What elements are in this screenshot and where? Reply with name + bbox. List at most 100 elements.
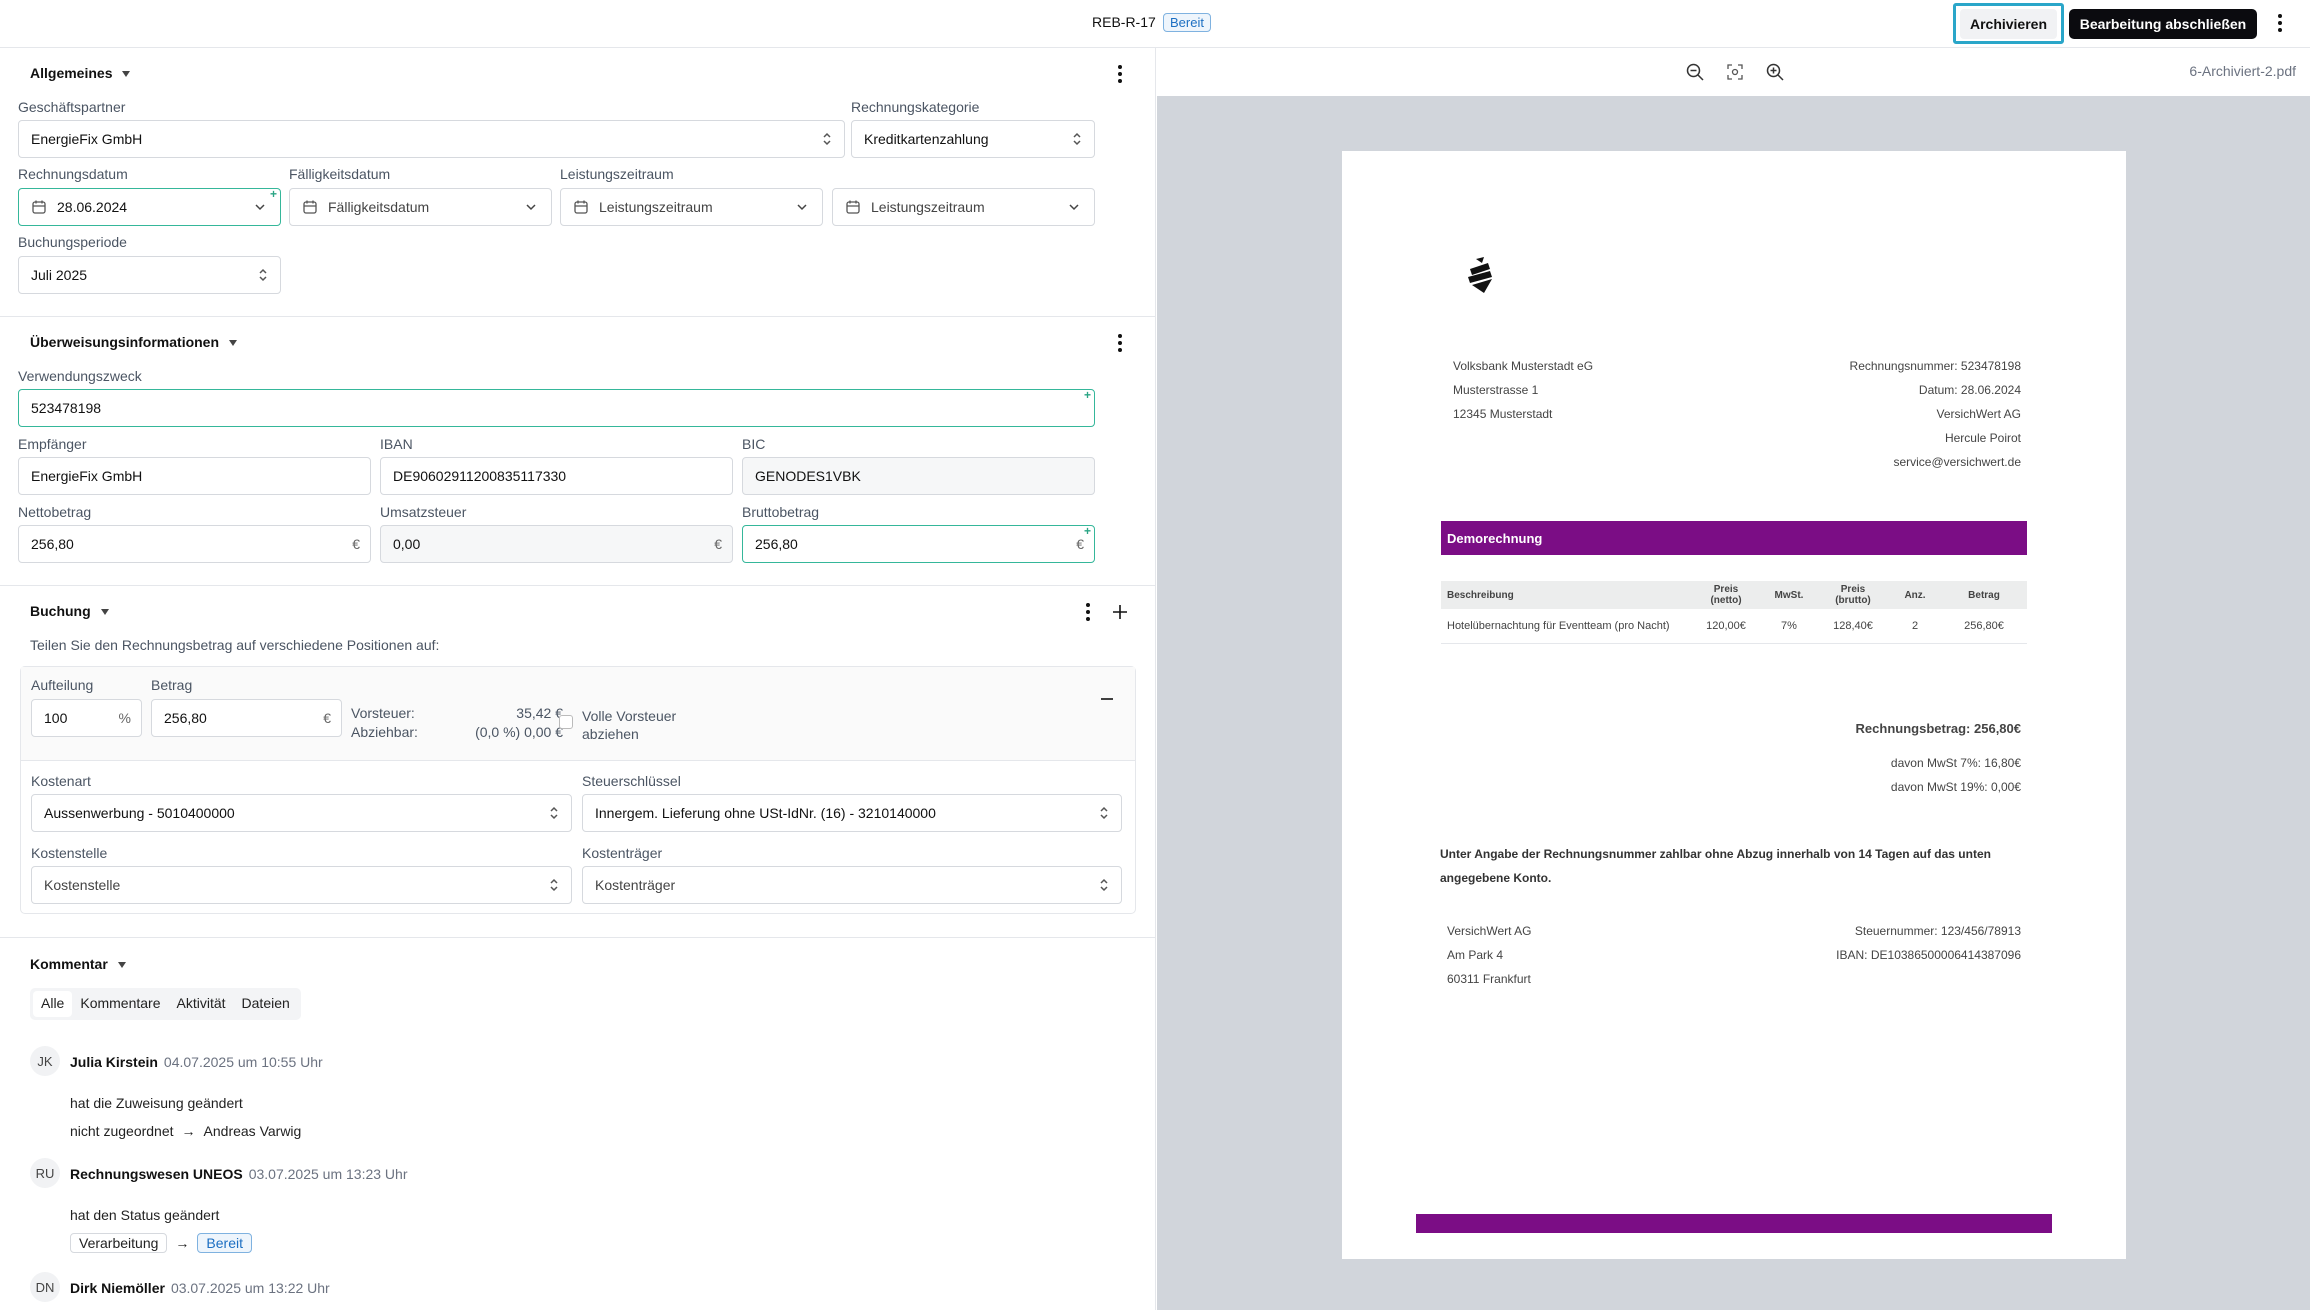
gross-amount-value: 256,80 (755, 536, 798, 552)
section-menu-icon[interactable] (1112, 63, 1128, 85)
table-cell: 7% (1761, 609, 1817, 644)
section-transfer-toggle[interactable]: Überweisungsinformationen (30, 334, 238, 350)
split-label: Aufteilung (31, 677, 94, 693)
address-line: Volksbank Musterstadt eG (1453, 359, 1594, 373)
gross-amount-label: Bruttobetrag (742, 504, 820, 520)
amount-input[interactable]: 256,80 € (151, 699, 342, 737)
add-icon[interactable] (1111, 603, 1129, 621)
invoice-date-value: 28.06.2024 (57, 199, 128, 215)
cost-center-select[interactable]: Kostenstelle (31, 866, 572, 904)
footer-line: IBAN: DE10386500006414387096 (1836, 948, 2021, 962)
cost-object-select[interactable]: Kostenträger (582, 866, 1122, 904)
change-row: nicht zugeordnet → Andreas Varwig (70, 1123, 301, 1139)
partner-value: EnergieFix GmbH (31, 131, 143, 147)
cost-type-label: Kostenart (31, 773, 91, 789)
footer-tax-info: Steuernummer: 123/456/78913 IBAN: DE1038… (1721, 919, 2021, 967)
due-date-placeholder: Fälligkeitsdatum (328, 199, 430, 215)
tax-key-value: Innergem. Lieferung ohne USt-IdNr. (16) … (595, 805, 936, 821)
section-menu-icon[interactable] (1080, 601, 1096, 623)
partner-select[interactable]: EnergieFix GmbH (18, 120, 845, 158)
comment-author: Julia Kirstein 04.07.2025 um 10:55 Uhr (70, 1054, 323, 1070)
comment-date: 03.07.2025 um 13:23 Uhr (248, 1166, 408, 1182)
tab-comments[interactable]: Kommentare (72, 991, 168, 1017)
zoom-out-icon[interactable] (1685, 62, 1705, 82)
recipient-input[interactable]: EnergieFix GmbH (18, 457, 371, 495)
vorsteuer-value: 35,42 € (516, 705, 563, 721)
service-period-from-picker[interactable]: Leistungszeitraum (560, 188, 823, 226)
split-value: 100 (44, 710, 68, 726)
change-to: Andreas Varwig (203, 1123, 302, 1139)
booking-period-value: Juli 2025 (31, 267, 88, 283)
split-input[interactable]: 100 % (31, 699, 142, 737)
remove-position-icon[interactable] (1099, 691, 1115, 707)
viewer-toolbar: 6-Archiviert-2.pdf (1157, 48, 2310, 96)
section-allgemeines-toggle[interactable]: Allgemeines (30, 65, 131, 81)
net-amount-input[interactable]: 256,80 € (18, 525, 371, 563)
table-cell: Hotelübernachtung für Eventteam (pro Nac… (1441, 609, 1691, 644)
changed-marker-icon: + (269, 187, 277, 201)
service-to-placeholder: Leistungszeitraum (871, 199, 985, 215)
currency-unit: € (1076, 536, 1084, 552)
arrow-right-icon: → (175, 1235, 190, 1251)
footer-line: VersichWert AG (1447, 924, 1532, 938)
purpose-input[interactable]: 523478198 + (18, 388, 1095, 427)
category-select[interactable]: Kreditkartenzahlung (851, 120, 1095, 158)
tax-key-label: Steuerschlüssel (582, 773, 681, 789)
archive-button[interactable]: Archivieren (1953, 3, 2064, 44)
address-line: Musterstrasse 1 (1453, 383, 1539, 397)
booking-period-select[interactable]: Juli 2025 (18, 256, 281, 294)
more-options-icon[interactable] (2272, 12, 2288, 34)
section-buchung-toggle[interactable]: Buchung (30, 603, 109, 619)
fit-to-page-icon[interactable] (1725, 62, 1745, 82)
tab-all[interactable]: Alle (33, 991, 73, 1017)
invoice-date-picker[interactable]: 28.06.2024 + (18, 187, 281, 226)
purpose-label: Verwendungszweck (18, 368, 142, 384)
full-tax-checkbox[interactable] (559, 715, 573, 729)
chevron-down-icon (797, 204, 807, 211)
vorsteuer-label: Vorsteuer: (351, 705, 415, 721)
booking-period-label: Buchungsperiode (18, 234, 127, 250)
archive-button-label: Archivieren (1959, 8, 2058, 39)
sender-address: Volksbank Musterstadt eG Musterstrasse 1… (1453, 354, 1593, 426)
column-header: MwSt. (1761, 581, 1817, 609)
booking-position-card: Aufteilung 100 % Betrag 256,80 € Vorsteu… (20, 666, 1136, 914)
section-divider (0, 585, 1155, 586)
column-header: Anz. (1889, 581, 1941, 609)
table-cell: 128,40€ (1817, 609, 1889, 644)
chevron-down-icon (1069, 204, 1079, 211)
due-date-label: Fälligkeitsdatum (289, 166, 391, 182)
author-name: Julia Kirstein (70, 1054, 158, 1070)
column-header: Preis (netto) (1691, 581, 1761, 609)
cost-center-placeholder: Kostenstelle (44, 877, 121, 893)
caret-down-icon (100, 609, 109, 616)
buchung-hint: Teilen Sie den Rechnungsbetrag auf versc… (30, 637, 440, 653)
cost-type-select[interactable]: Aussenwerbung - 5010400000 (31, 794, 572, 832)
iban-input[interactable]: DE90602911200835117330 (380, 457, 733, 495)
tab-files[interactable]: Dateien (234, 991, 298, 1017)
net-amount-label: Nettobetrag (18, 504, 92, 520)
service-period-to-picker[interactable]: Leistungszeitraum (832, 188, 1095, 226)
footer-address: VersichWert AG Am Park 4 60311 Frankfurt (1447, 919, 1531, 991)
chevron-down-icon (526, 204, 536, 211)
updown-icon (823, 132, 831, 146)
gross-amount-input[interactable]: 256,80 € + (742, 524, 1095, 563)
section-title: Kommentar (30, 956, 108, 972)
section-menu-icon[interactable] (1112, 332, 1128, 354)
section-comments-toggle[interactable]: Kommentar (30, 956, 126, 972)
calendar-icon (303, 200, 317, 214)
invoice-items-table: Beschreibung Preis (netto) MwSt. Preis (… (1441, 581, 2027, 644)
iban-label: IBAN (380, 436, 413, 452)
finish-editing-button[interactable]: Bearbeitung abschließen (2069, 9, 2257, 39)
avatar: DN (30, 1272, 60, 1302)
zoom-in-icon[interactable] (1765, 62, 1785, 82)
tab-activity[interactable]: Aktivität (169, 991, 234, 1017)
status-to-badge: Bereit (197, 1233, 252, 1253)
due-date-picker[interactable]: Fälligkeitsdatum (289, 188, 552, 226)
cost-object-placeholder: Kostenträger (595, 877, 676, 893)
status-badge: Bereit (1163, 13, 1211, 32)
tax-key-select[interactable]: Innergem. Lieferung ohne USt-IdNr. (16) … (582, 794, 1122, 832)
updown-icon (1100, 806, 1108, 820)
footer-bar (1416, 1214, 2052, 1233)
vat-line: davon MwSt 7%: 16,80€ (1890, 756, 2021, 770)
percent-unit: % (118, 710, 131, 726)
